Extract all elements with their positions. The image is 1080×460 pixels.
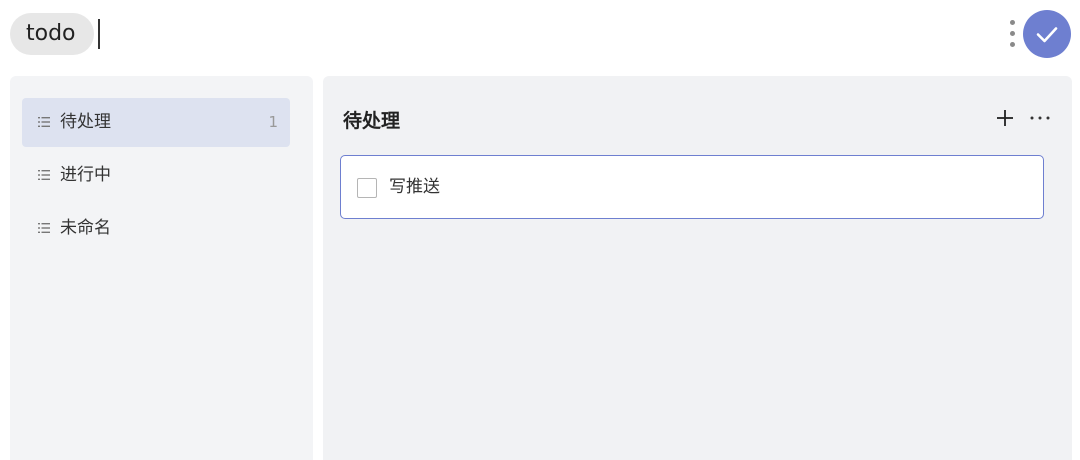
list-icon — [38, 117, 50, 127]
check-icon — [1036, 27, 1058, 43]
sidebar-item-pending[interactable]: 待处理 1 — [22, 98, 290, 147]
task-item[interactable]: 写推送 — [340, 155, 1044, 219]
text-cursor — [98, 19, 100, 49]
task-label: 写推送 — [389, 177, 440, 197]
sidebar-item-in-progress[interactable]: 进行中 — [22, 151, 290, 200]
task-panel: 待处理 写推送 — [323, 76, 1072, 460]
sidebar-item-count: 1 — [268, 113, 278, 131]
sidebar: 待处理 1 进行中 未命名 — [10, 76, 313, 460]
sidebar-item-unnamed[interactable]: 未命名 — [22, 204, 290, 253]
more-horizontal-icon[interactable] — [1029, 111, 1051, 125]
confirm-button[interactable] — [1023, 10, 1071, 58]
list-title: todo — [26, 21, 76, 46]
sidebar-item-label: 待处理 — [60, 112, 111, 132]
top-bar: todo — [0, 0, 1080, 72]
task-checkbox[interactable] — [357, 178, 377, 198]
panel-title: 待处理 — [343, 110, 401, 132]
sidebar-item-label: 未命名 — [60, 218, 111, 238]
list-icon — [38, 170, 50, 180]
list-icon — [38, 223, 50, 233]
sidebar-item-label: 进行中 — [60, 165, 111, 185]
plus-icon[interactable] — [995, 108, 1015, 128]
more-vertical-icon[interactable] — [1006, 18, 1018, 50]
list-title-chip[interactable]: todo — [10, 13, 94, 55]
